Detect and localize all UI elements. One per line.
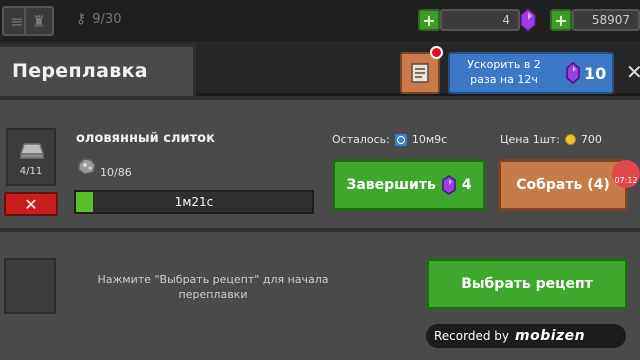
empty-recipe-slot	[4, 258, 56, 314]
recorder-time: 07:12	[614, 176, 638, 185]
speedup-cost: 10	[584, 64, 607, 83]
speedup-label: Ускорить в 2 раза на 12ч	[467, 58, 541, 86]
header-divider	[0, 96, 640, 100]
item-name: оловянный слиток	[76, 131, 215, 146]
collect-button[interactable]: Собрать (4)	[498, 159, 628, 211]
recorder-watermark: Recorded by mobizen	[426, 324, 626, 348]
add-coins-button[interactable]: +	[550, 9, 572, 31]
remaining-time: Осталось: 10м9с	[332, 133, 447, 146]
close-icon[interactable]: ✕	[626, 60, 640, 84]
remaining-label: Осталось:	[332, 133, 390, 146]
collect-label: Собрать (4)	[516, 177, 610, 193]
key-icon: ⚷	[76, 11, 87, 27]
coins-bar: 58907	[572, 9, 640, 31]
choose-recipe-label: Выбрать рецепт	[461, 276, 593, 292]
slot-count: 4/11	[19, 166, 43, 177]
gem-icon	[520, 8, 536, 32]
coins-value: 58907	[591, 13, 630, 27]
gems-bar: 4	[440, 9, 520, 31]
document-icon	[411, 63, 429, 83]
remaining-value: 10м9с	[411, 133, 448, 146]
coin-icon	[564, 134, 576, 145]
keys-value: 9/30	[92, 11, 122, 27]
keys-counter: ⚷ 9/30	[76, 11, 121, 27]
gems-value: 4	[502, 13, 510, 27]
trophy-icon[interactable]: ♜	[24, 6, 54, 36]
finish-button[interactable]: Завершить 4	[332, 159, 486, 211]
price-value: 700	[580, 133, 602, 146]
notification-dot	[430, 46, 443, 59]
progress-bar: 1м21с	[74, 190, 314, 214]
ore-count: 10/86	[100, 166, 132, 179]
recipe-slot	[6, 128, 56, 186]
cancel-button[interactable]: ✕	[4, 192, 58, 216]
unit-price: Цена 1шт: 700	[500, 133, 602, 146]
ingot-icon	[20, 143, 44, 159]
dialog-title: Переплавка	[12, 60, 148, 82]
recorder-badge[interactable]: 07:12	[612, 160, 640, 188]
empty-hint: Нажмите "Выбрать рецепт" для начала пере…	[97, 273, 329, 301]
gem-icon	[566, 62, 580, 84]
watermark-logo: mobizen	[515, 328, 586, 344]
row-divider	[0, 228, 640, 232]
progress-timer: 1м21с	[174, 195, 214, 209]
gem-icon	[442, 175, 456, 195]
watermark-text: Recorded by	[434, 329, 509, 343]
finish-cost: 4	[461, 177, 472, 193]
ore-icon	[78, 158, 96, 175]
choose-recipe-button[interactable]: Выбрать рецепт	[426, 258, 628, 310]
add-gems-button[interactable]: +	[418, 9, 440, 31]
price-label: Цена 1шт:	[500, 133, 560, 146]
clock-icon	[394, 133, 407, 146]
finish-label: Завершить	[346, 177, 436, 193]
